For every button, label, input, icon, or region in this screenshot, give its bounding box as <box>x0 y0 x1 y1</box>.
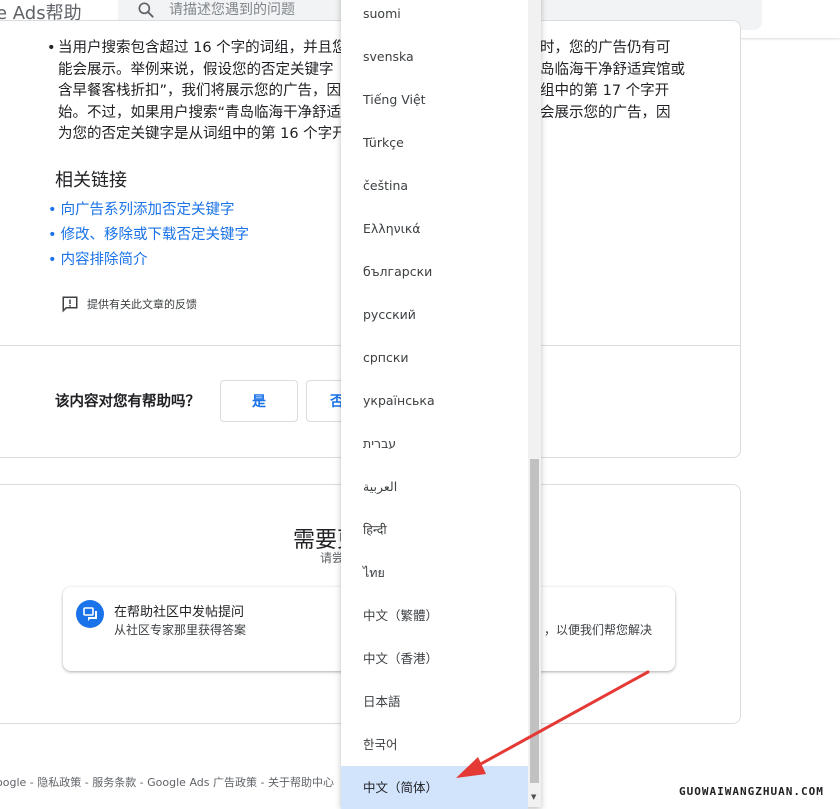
related-links-title: 相关链接 <box>55 170 127 191</box>
bullet-right-fragment: 时，您的广告仍有可 岛临海干净舒适宾馆或 组中的第 17 个字开 会展示您的广告… <box>540 38 685 124</box>
language-option[interactable]: हिन्दी <box>341 508 528 551</box>
contact-option-desc: ，以便我们帮您解决 <box>544 623 653 637</box>
footer-links[interactable]: oogle - 隐私政策 - 服务条款 - Google Ads 广告政策 - … <box>0 774 334 790</box>
helpful-question: 该内容对您有帮助吗？ <box>55 394 200 410</box>
language-option-selected[interactable]: 中文（简体） <box>341 766 528 809</box>
bullet-line-right: 会展示您的广告，因 <box>540 104 671 121</box>
language-option[interactable]: українська <box>341 379 528 422</box>
language-option[interactable]: српски <box>341 336 528 379</box>
language-list: suomi svenska Tiếng Việt Türkçe čeština … <box>341 0 528 809</box>
related-links-list: • 向广告系列添加否定关键字 • 修改、移除或下载否定关键字 • 内容排除简介 <box>48 198 249 273</box>
yes-button[interactable]: 是 <box>220 380 298 422</box>
forum-icon <box>76 600 104 628</box>
bullet-line-right: 岛临海干净舒适宾馆或 <box>540 61 685 78</box>
search-input[interactable]: 请描述您遇到的问题 <box>169 0 295 19</box>
related-link[interactable]: • 内容排除简介 <box>48 248 249 273</box>
bullet-line-right: 组中的第 17 个字开 <box>540 83 670 99</box>
feedback-link[interactable]: 提供有关此文章的反馈 <box>61 295 197 313</box>
related-link[interactable]: • 向广告系列添加否定关键字 <box>48 198 249 223</box>
feedback-icon <box>62 296 78 313</box>
scroll-up-arrow-icon[interactable]: ▲ <box>531 0 536 1</box>
language-option[interactable]: български <box>341 250 528 293</box>
language-option[interactable]: Ελληνικά <box>341 207 528 250</box>
search-icon[interactable] <box>136 0 156 20</box>
language-option[interactable]: русский <box>341 293 528 336</box>
language-option[interactable]: čeština <box>341 164 528 207</box>
language-option[interactable]: עברית <box>341 422 528 465</box>
feedback-label: 提供有关此文章的反馈 <box>87 298 197 311</box>
bullet-line-right: 时，您的广告仍有可 <box>540 40 671 56</box>
watermark: GUOWAIWANGZHUAN.COM <box>679 785 824 798</box>
scrollbar[interactable]: ▲ ▼ <box>528 0 541 807</box>
language-option[interactable]: Türkçe <box>341 121 528 164</box>
language-option[interactable]: العربية <box>341 465 528 508</box>
language-option[interactable]: 中文（繁體） <box>341 594 528 637</box>
language-option[interactable]: suomi <box>341 0 528 35</box>
scroll-down-arrow-icon[interactable]: ▼ <box>531 793 536 801</box>
related-link[interactable]: • 修改、移除或下载否定关键字 <box>48 223 249 248</box>
scrollbar-thumb[interactable] <box>530 459 539 783</box>
language-option[interactable]: Tiếng Việt <box>341 78 528 121</box>
community-option-title: 在帮助社区中发帖提问 <box>114 605 245 620</box>
language-option[interactable]: ไทย <box>341 551 528 594</box>
community-option-desc: 从社区专家那里获得答案 <box>114 623 247 637</box>
language-option[interactable]: 日本語 <box>341 680 528 723</box>
language-option[interactable]: 中文（香港） <box>341 637 528 680</box>
language-dropdown[interactable]: suomi svenska Tiếng Việt Türkçe čeština … <box>341 0 541 809</box>
language-option[interactable]: 한국어 <box>341 723 528 766</box>
bullet-dot: • <box>47 40 56 56</box>
language-option[interactable]: svenska <box>341 35 528 78</box>
